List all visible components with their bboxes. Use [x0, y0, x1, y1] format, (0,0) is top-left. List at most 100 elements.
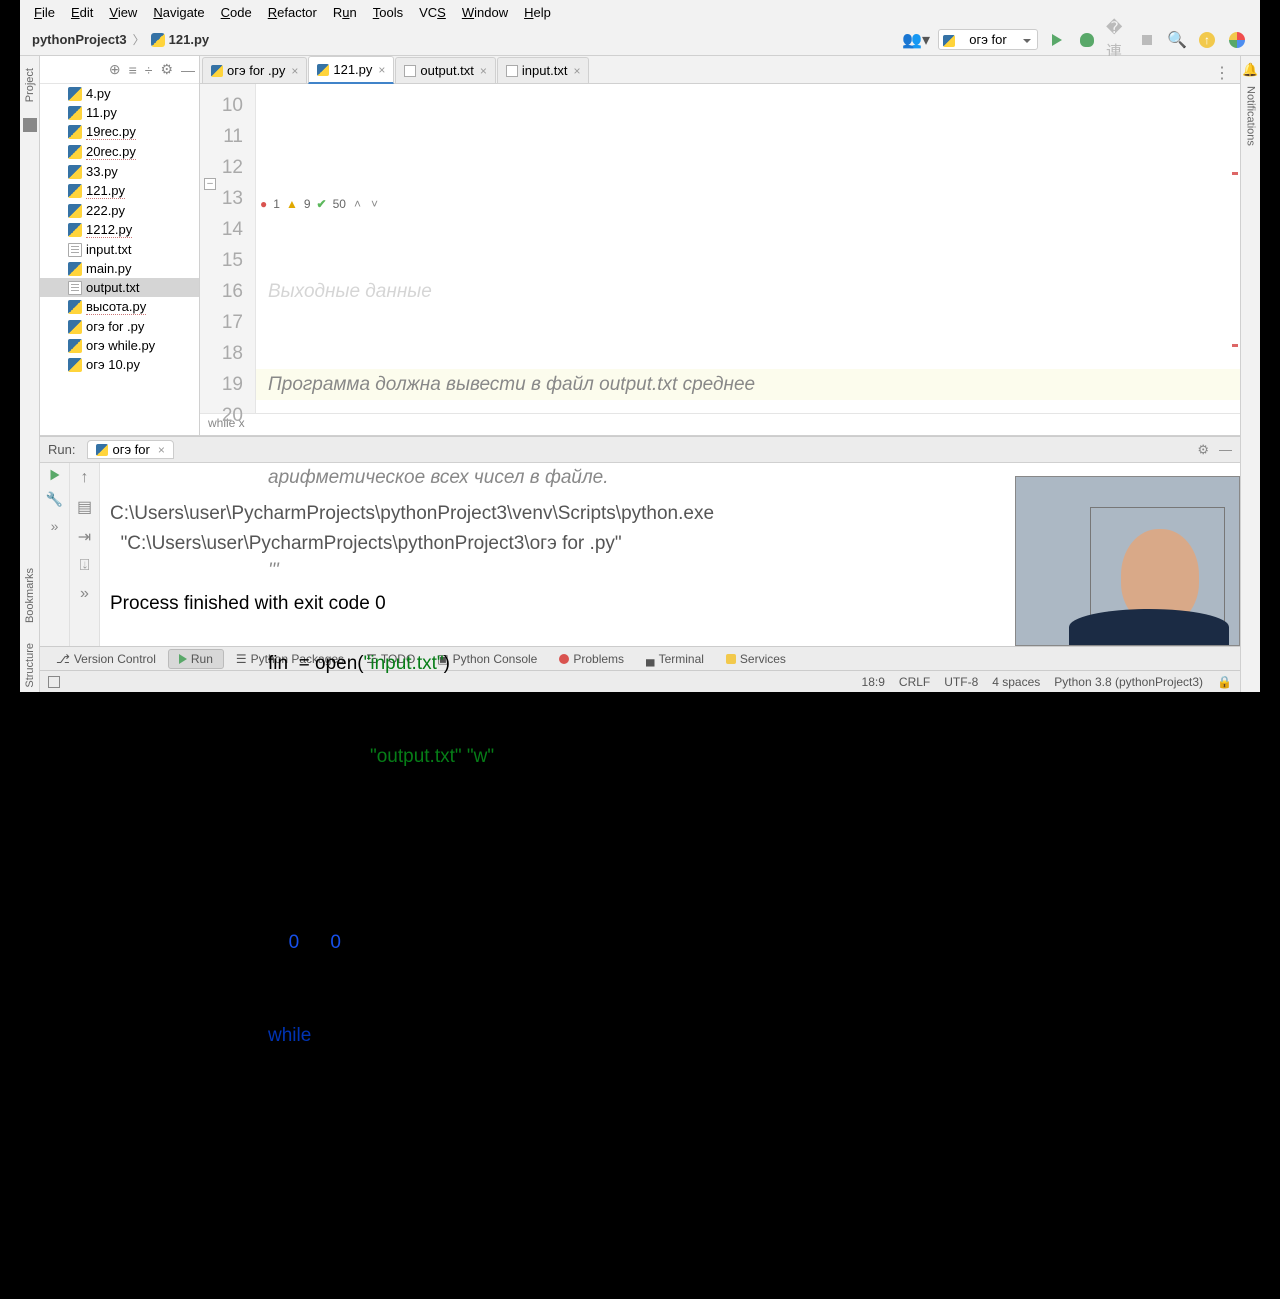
rerun-icon[interactable]: [50, 470, 59, 481]
tool-bookmarks[interactable]: Bookmarks: [24, 564, 36, 627]
tree-item[interactable]: огэ for .py: [40, 317, 199, 336]
settings-icon[interactable]: ⚙: [160, 61, 173, 78]
python-icon: [68, 184, 82, 198]
close-icon[interactable]: ×: [158, 443, 165, 457]
line-number[interactable]: 15: [200, 245, 243, 276]
tree-item-label: огэ 10.py: [86, 357, 140, 372]
tree-item[interactable]: 121.py: [40, 181, 199, 201]
ide-update-icon[interactable]: ↑: [1196, 29, 1218, 51]
coverage-button[interactable]: �連: [1106, 29, 1128, 51]
menu-help[interactable]: Help: [516, 3, 559, 22]
tree-item[interactable]: 19rec.py: [40, 122, 199, 142]
run-left-toolbar-2: ↑ ▤ ⇥ ⍗ »: [70, 463, 100, 646]
tree-item[interactable]: output.txt: [40, 278, 199, 297]
chevron-up-icon[interactable]: ˄: [352, 189, 363, 220]
tree-item[interactable]: 1212.py: [40, 220, 199, 240]
menu-tools[interactable]: Tools: [365, 3, 411, 22]
crumb-project[interactable]: pythonProject3: [26, 32, 133, 47]
hide-icon[interactable]: —: [181, 62, 195, 78]
text-file-icon: [404, 65, 416, 77]
line-number[interactable]: 17: [200, 307, 243, 338]
select-opened-file-icon[interactable]: ⊕: [109, 61, 121, 78]
close-icon[interactable]: ×: [480, 64, 487, 78]
tree-item-label: 19rec.py: [86, 124, 136, 140]
tree-item[interactable]: input.txt: [40, 240, 199, 259]
code-editor[interactable]: ●1 ▲9 ✔50 ˄ ˅ Выходные данные Программа …: [256, 84, 1240, 413]
left-tool-rail: Project Bookmarks Structure: [20, 56, 40, 692]
line-number[interactable]: 14: [200, 214, 243, 245]
run-tab[interactable]: огэ for×: [87, 440, 173, 459]
tree-item[interactable]: 20rec.py: [40, 142, 199, 162]
up-icon[interactable]: ↑: [81, 469, 89, 487]
fold-icon[interactable]: –: [204, 178, 216, 190]
layout-icon[interactable]: ▤: [77, 497, 92, 517]
tree-item[interactable]: 222.py: [40, 201, 199, 220]
tree-item[interactable]: main.py: [40, 259, 199, 278]
tool-project[interactable]: Project: [24, 64, 36, 106]
close-icon[interactable]: ×: [378, 63, 385, 77]
tree-item-label: output.txt: [86, 280, 139, 295]
more-icon[interactable]: »: [80, 585, 89, 603]
tree-item-label: 121.py: [86, 183, 125, 199]
menu-run[interactable]: Run: [325, 3, 365, 22]
menu-code[interactable]: Code: [213, 3, 260, 22]
line-number[interactable]: 11: [200, 121, 243, 152]
notifications-icon[interactable]: 🔔: [1242, 62, 1258, 78]
line-number[interactable]: 19: [200, 369, 243, 400]
tree-item[interactable]: огэ 10.py: [40, 355, 199, 374]
debug-button[interactable]: [1076, 29, 1098, 51]
tree-item[interactable]: высота.py: [40, 297, 199, 317]
run-config-selector[interactable]: огэ for: [938, 29, 1038, 50]
close-icon[interactable]: ×: [573, 64, 580, 78]
menu-file[interactable]: File: [26, 3, 63, 22]
collapse-all-icon[interactable]: ÷: [145, 62, 153, 78]
menu-vcs[interactable]: VCS: [411, 3, 454, 22]
editor-tab[interactable]: input.txt×: [497, 57, 590, 83]
editor-tab[interactable]: output.txt×: [395, 57, 496, 83]
run-button[interactable]: [1046, 29, 1068, 51]
code-with-me-icon[interactable]: 👥▾: [902, 30, 930, 50]
menu-navigate[interactable]: Navigate: [145, 3, 212, 22]
modify-run-config-icon[interactable]: 🔧: [46, 491, 63, 508]
tree-item[interactable]: 33.py: [40, 162, 199, 181]
menu-window[interactable]: Window: [454, 3, 516, 22]
search-everywhere-icon[interactable]: 🔍: [1166, 29, 1188, 51]
python-icon: [68, 204, 82, 218]
crumb-file[interactable]: 121.py: [145, 32, 215, 48]
gutter[interactable]: – 1011121314151617181920: [200, 84, 256, 413]
tree-item[interactable]: огэ while.py: [40, 336, 199, 355]
navigation-bar: pythonProject3 〉 121.py 👥▾ огэ for �連 🔍 …: [20, 24, 1260, 56]
tool-structure[interactable]: Structure: [24, 639, 36, 692]
line-number[interactable]: 20: [200, 400, 243, 431]
ide-plugins-icon[interactable]: [1226, 29, 1248, 51]
stop-button[interactable]: [1136, 29, 1158, 51]
scroll-end-icon[interactable]: ⍗: [80, 557, 90, 575]
inspection-widget[interactable]: ●1 ▲9 ✔50 ˄ ˅: [260, 189, 1232, 220]
line-number[interactable]: 10: [200, 90, 243, 121]
line-number[interactable]: 18: [200, 338, 243, 369]
menu-view[interactable]: View: [101, 3, 145, 22]
soft-wrap-icon[interactable]: ⇥: [78, 527, 91, 547]
menu-refactor[interactable]: Refactor: [260, 3, 325, 22]
tree-item-label: 4.py: [86, 86, 111, 101]
project-tree[interactable]: 4.py 11.py 19rec.py 20rec.py33.py 121.py 222.…: [40, 84, 199, 435]
tool-notifications[interactable]: Notifications: [1245, 82, 1257, 150]
right-tool-rail: 🔔 Notifications: [1240, 56, 1260, 692]
status-icon[interactable]: [48, 676, 60, 688]
tree-item[interactable]: 11.py: [40, 103, 199, 122]
python-icon: [68, 262, 82, 276]
python-icon: [68, 145, 82, 159]
line-number[interactable]: 16: [200, 276, 243, 307]
tab-menu-icon[interactable]: ⋮: [1204, 63, 1240, 83]
python-icon: [68, 300, 82, 314]
tree-item[interactable]: 4.py: [40, 84, 199, 103]
menu-edit[interactable]: Edit: [63, 3, 101, 22]
project-icon[interactable]: [23, 118, 37, 132]
error-stripe[interactable]: [1230, 84, 1240, 413]
expand-all-icon[interactable]: ≡: [129, 62, 137, 78]
chevron-down-icon[interactable]: ˅: [369, 189, 380, 220]
editor-tab[interactable]: 121.py×: [308, 56, 394, 84]
more-icon[interactable]: »: [51, 518, 59, 534]
close-icon[interactable]: ×: [291, 64, 298, 78]
editor-tab[interactable]: огэ for .py×: [202, 57, 307, 83]
